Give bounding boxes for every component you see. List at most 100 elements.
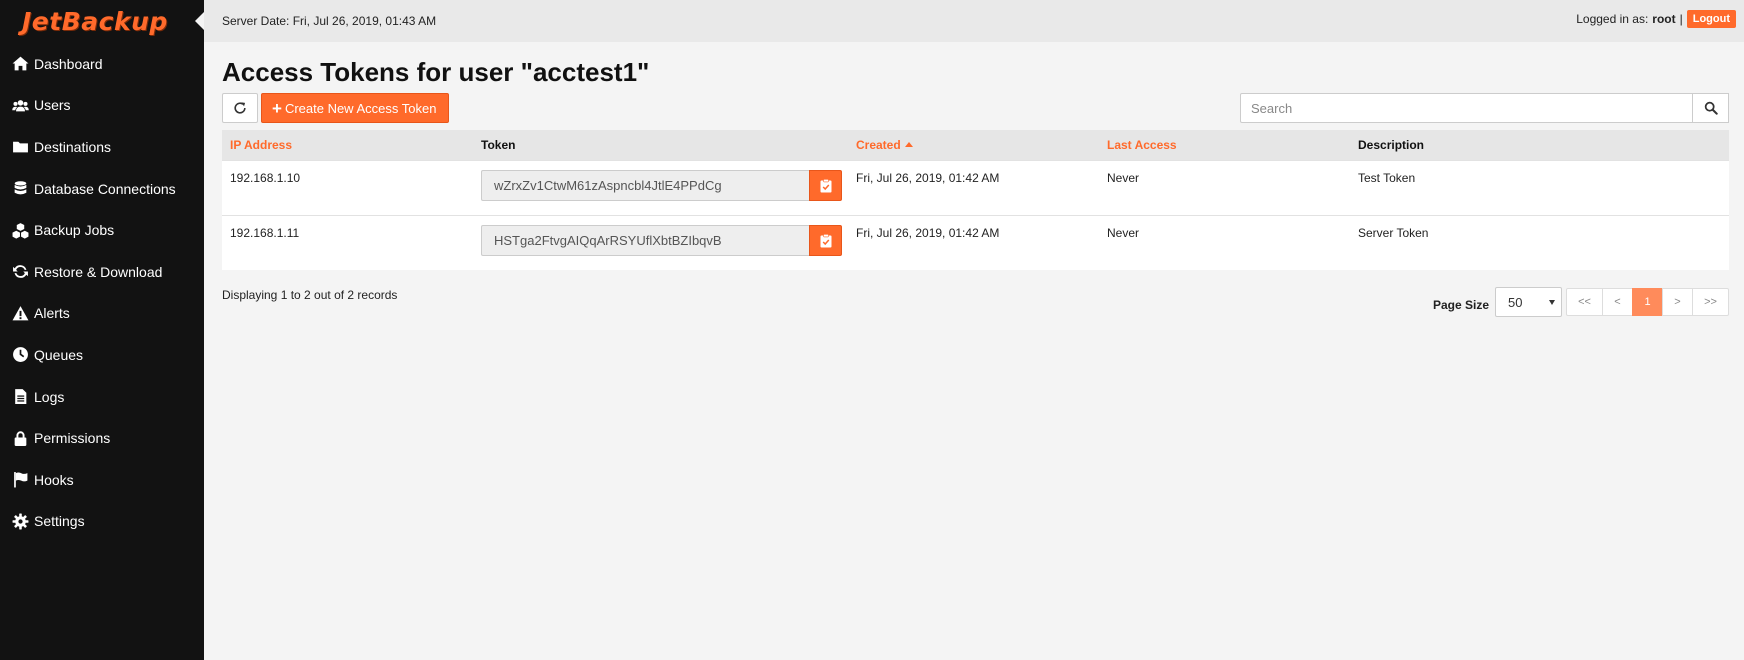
sidebar-item-logs[interactable]: Logs (0, 376, 204, 418)
search-icon (1704, 101, 1718, 115)
sort-ascending-icon (904, 142, 913, 147)
sidebar-item-label: Users (34, 97, 71, 114)
clipboard-icon (820, 178, 831, 192)
page-size-value: 50 (1508, 294, 1523, 310)
logo-text: JetBackup (22, 6, 168, 36)
warning-icon (10, 303, 30, 323)
clock-icon (10, 345, 30, 365)
sidebar-item-label: Restore & Download (34, 263, 163, 280)
column-header-label: Created (856, 138, 901, 152)
sidebar-item-destinations[interactable]: Destinations (0, 126, 204, 168)
sidebar-item-label: Backup Jobs (34, 222, 115, 239)
sidebar-item-settings[interactable]: Settings (0, 501, 204, 543)
page-title: Access Tokens for user "acctest1" (222, 57, 650, 87)
records-count: Displaying 1 to 2 out of 2 records (222, 288, 398, 302)
copy-token-button[interactable] (809, 225, 842, 256)
page-size-select[interactable]: 50 (1495, 287, 1562, 317)
access-tokens-table: IP Address Token Created Last Access Des… (222, 130, 1729, 270)
main-content: Access Tokens for user "acctest1" + Crea… (222, 42, 1729, 322)
token-field-group: wZrxZv1CtwM61zAspncbl4JtlE4PPdCg (481, 170, 848, 201)
logo[interactable]: JetBackup (0, 0, 204, 42)
clipboard-icon (820, 233, 831, 247)
sidebar-item-database-connections[interactable]: Database Connections (0, 168, 204, 210)
cell-description: Server Token (1358, 226, 1429, 240)
cell-ip-address: 192.168.1.11 (230, 226, 300, 240)
column-header-last-access[interactable]: Last Access (1099, 138, 1350, 152)
column-header-created[interactable]: Created (848, 138, 1099, 152)
page-current-button[interactable]: 1 (1632, 288, 1663, 316)
cubes-icon (10, 220, 30, 240)
sidebar-collapse-icon[interactable] (195, 12, 204, 30)
sidebar-item-label: Permissions (34, 430, 111, 447)
flag-icon (10, 470, 30, 490)
page-first-button[interactable]: << (1566, 288, 1603, 316)
page-next-button[interactable]: > (1662, 288, 1693, 316)
cell-token: HSTga2FtvgAIQqArRSYUflXbtBZIbqvB (473, 216, 848, 270)
sidebar-item-label: Logs (34, 388, 65, 405)
folder-icon (10, 137, 30, 157)
token-field[interactable]: wZrxZv1CtwM61zAspncbl4JtlE4PPdCg (481, 170, 809, 201)
sidebar-item-hooks[interactable]: Hooks (0, 459, 204, 501)
copy-token-button[interactable] (809, 170, 842, 201)
table-row: 192.168.1.11 HSTga2FtvgAIQqArRSYUflXbtBZ… (222, 215, 1729, 270)
sidebar: JetBackup Dashboard Users Destinations D… (0, 0, 204, 660)
lock-icon (10, 428, 30, 448)
refresh-icon (234, 102, 246, 114)
chevron-down-icon (1549, 299, 1555, 305)
sidebar-item-label: Alerts (34, 305, 70, 322)
sidebar-item-label: Settings (34, 513, 85, 530)
sidebar-item-label: Dashboard (34, 55, 103, 72)
refresh-icon (10, 262, 30, 282)
page-last-button[interactable]: >> (1692, 288, 1729, 316)
sidebar-item-backup-jobs[interactable]: Backup Jobs (0, 209, 204, 251)
file-icon (10, 387, 30, 407)
username: root (1652, 12, 1676, 26)
topbar: Server Date: Fri, Jul 26, 2019, 01:43 AM… (204, 0, 1744, 42)
cell-created: Fri, Jul 26, 2019, 01:42 AM (856, 226, 1000, 240)
table-header: IP Address Token Created Last Access Des… (222, 130, 1729, 160)
token-field-group: HSTga2FtvgAIQqArRSYUflXbtBZIbqvB (481, 225, 848, 256)
logged-in-info: Logged in as: root | Logout (1576, 10, 1736, 28)
home-icon (10, 54, 30, 74)
server-date: Server Date: Fri, Jul 26, 2019, 01:43 AM (222, 14, 437, 28)
sidebar-item-label: Database Connections (34, 180, 176, 197)
sidebar-item-queues[interactable]: Queues (0, 334, 204, 376)
plus-icon: + (272, 98, 282, 118)
sidebar-item-users[interactable]: Users (0, 85, 204, 127)
page-prev-button[interactable]: < (1602, 288, 1633, 316)
token-field[interactable]: HSTga2FtvgAIQqArRSYUflXbtBZIbqvB (481, 225, 809, 256)
toolbar: + Create New Access Token (222, 93, 1729, 125)
sidebar-nav: Dashboard Users Destinations Database Co… (0, 43, 204, 542)
search-input[interactable] (1240, 93, 1693, 123)
sidebar-item-label: Queues (34, 346, 84, 363)
column-header-ip-address[interactable]: IP Address (222, 138, 473, 152)
sidebar-item-dashboard[interactable]: Dashboard (0, 43, 204, 85)
search-box (1240, 93, 1729, 123)
users-icon (10, 95, 30, 115)
sidebar-item-permissions[interactable]: Permissions (0, 417, 204, 459)
column-header-token: Token (481, 138, 516, 152)
pagination: Page Size 50 << < 1 > >> (1433, 287, 1729, 317)
refresh-button[interactable] (222, 93, 258, 123)
sidebar-item-alerts[interactable]: Alerts (0, 293, 204, 335)
table-row: 192.168.1.10 wZrxZv1CtwM61zAspncbl4JtlE4… (222, 160, 1729, 215)
cell-last-access: Never (1107, 171, 1140, 185)
gear-icon (10, 511, 30, 531)
cell-description: Test Token (1358, 171, 1416, 185)
cell-token: wZrxZv1CtwM61zAspncbl4JtlE4PPdCg (473, 161, 848, 215)
cell-ip-address: 192.168.1.10 (230, 171, 301, 185)
sidebar-item-restore-download[interactable]: Restore & Download (0, 251, 204, 293)
column-header-description: Description (1358, 138, 1425, 152)
sidebar-item-label: Hooks (34, 471, 74, 488)
cell-last-access: Never (1107, 226, 1140, 240)
sidebar-item-label: Destinations (34, 138, 112, 155)
search-button[interactable] (1693, 93, 1729, 123)
logged-in-label: Logged in as: (1576, 12, 1649, 26)
database-icon (10, 179, 30, 199)
separator: | (1679, 12, 1683, 26)
page-size-label: Page Size (1432, 298, 1489, 312)
create-access-token-button[interactable]: + Create New Access Token (261, 93, 450, 123)
cell-created: Fri, Jul 26, 2019, 01:42 AM (856, 171, 1000, 185)
logout-button[interactable]: Logout (1686, 10, 1736, 28)
create-button-label: Create New Access Token (284, 100, 437, 116)
